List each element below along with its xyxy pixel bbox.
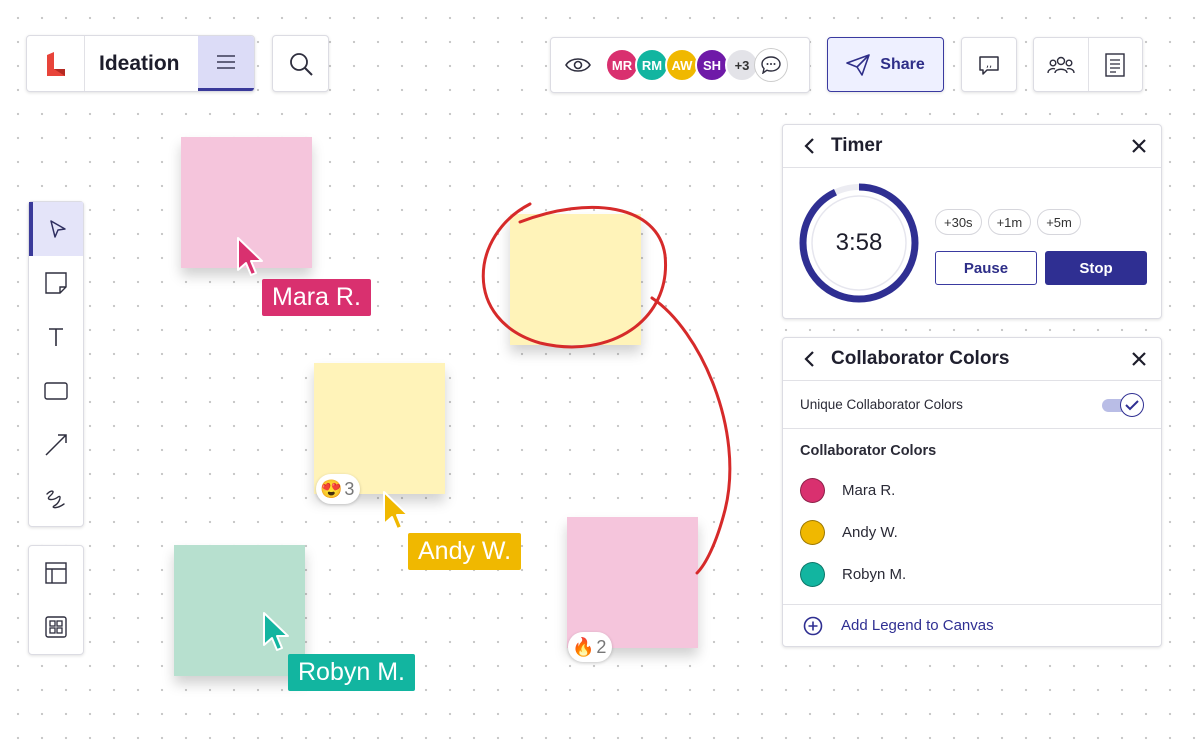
heart-eyes-emoji-icon: 😍 — [320, 478, 343, 499]
pause-button[interactable]: Pause — [935, 251, 1037, 285]
fire-emoji-icon: 🔥 — [572, 636, 595, 657]
timer-panel: Timer 3:58 +30s +1m +5m Pause Stop — [782, 124, 1162, 319]
cursor-arrow-icon — [237, 237, 263, 276]
plus-circle-icon — [803, 616, 823, 635]
close-icon[interactable] — [1131, 351, 1147, 367]
cursor-arrow-icon — [263, 612, 289, 651]
close-icon[interactable] — [1131, 138, 1147, 154]
reaction-count: 3 — [344, 478, 355, 499]
add-legend-label: Add Legend to Canvas — [841, 617, 994, 634]
stop-button[interactable]: Stop — [1045, 251, 1147, 285]
color-swatch[interactable] — [800, 519, 825, 545]
color-swatch[interactable] — [800, 561, 825, 587]
chevron-left-icon[interactable] — [803, 350, 815, 368]
collaborator-row[interactable]: Mara R. — [783, 469, 1161, 511]
add-30s-chip[interactable]: +30s — [935, 209, 982, 235]
cursor-label-robyn: Robyn M. — [288, 654, 415, 691]
collaborator-colors-title: Collaborator Colors — [831, 348, 1010, 369]
timer-display: 3:58 — [835, 229, 883, 256]
collaborator-colors-panel: Collaborator Colors Unique Collaborator … — [782, 337, 1162, 647]
collaborator-name: Mara R. — [842, 481, 896, 499]
reaction-badge[interactable]: 🔥 2 — [568, 632, 613, 662]
color-swatch[interactable] — [800, 477, 825, 503]
collaborator-row[interactable]: Andy W. — [783, 511, 1161, 553]
cursor-label-mara: Mara R. — [262, 279, 371, 316]
collaborator-name: Andy W. — [842, 523, 898, 541]
timer-title: Timer — [831, 135, 883, 156]
add-1m-chip[interactable]: +1m — [987, 209, 1032, 235]
chevron-left-icon[interactable] — [803, 137, 815, 155]
add-5m-chip[interactable]: +5m — [1037, 209, 1081, 235]
reaction-badge[interactable]: 😍 3 — [316, 474, 361, 504]
unique-colors-toggle[interactable] — [1102, 392, 1144, 417]
unique-colors-row: Unique Collaborator Colors — [783, 381, 1161, 429]
cursor-label-andy: Andy W. — [408, 533, 522, 570]
reaction-count: 2 — [596, 636, 607, 657]
collaborator-row[interactable]: Robyn M. — [783, 553, 1161, 595]
collaborator-list: Mara R. Andy W. Robyn M. — [783, 465, 1161, 595]
checkmark-icon — [1125, 399, 1139, 410]
unique-colors-label: Unique Collaborator Colors — [800, 397, 963, 412]
collaborator-colors-heading: Collaborator Colors — [800, 443, 937, 459]
add-legend-button[interactable]: Add Legend to Canvas — [783, 604, 1161, 646]
collaborator-name: Robyn M. — [842, 565, 907, 583]
cursor-arrow-icon — [383, 491, 409, 530]
timer-increments: +30s +1m +5m — [935, 209, 1087, 235]
